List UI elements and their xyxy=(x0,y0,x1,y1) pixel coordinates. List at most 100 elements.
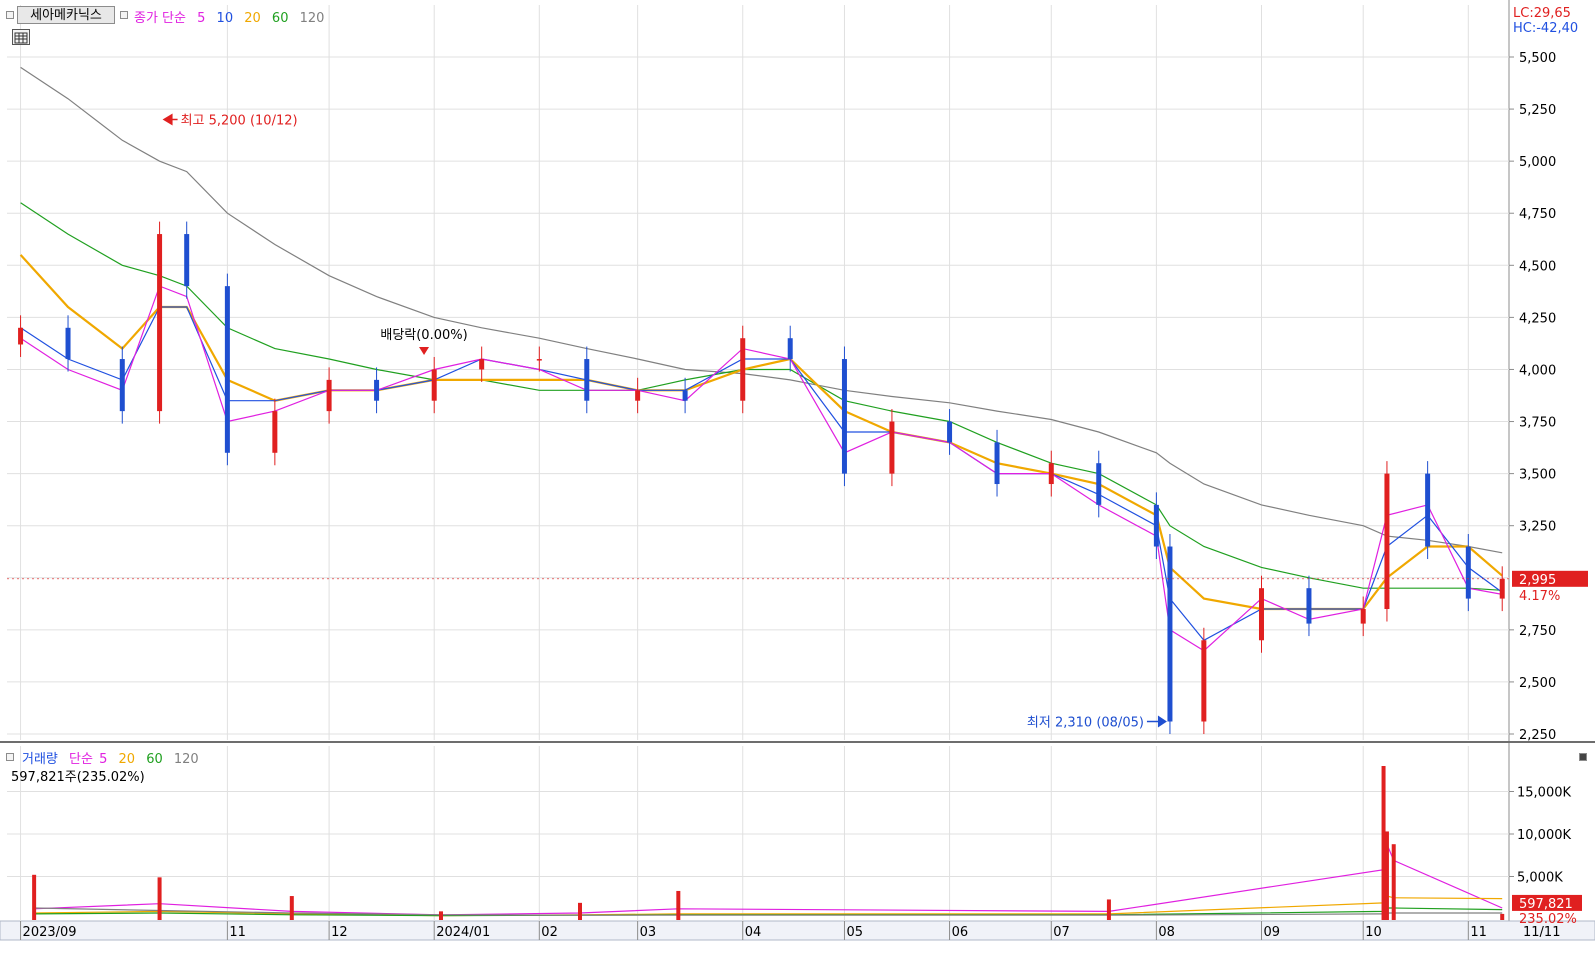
candle-body xyxy=(635,390,641,401)
candle-body xyxy=(1384,473,1390,610)
price-ytick-label: 5,000 xyxy=(1519,155,1556,170)
candle-body xyxy=(889,421,895,474)
candle-body xyxy=(841,359,847,474)
volume-legend-ma120: 120 xyxy=(173,752,199,767)
price-legend-ma20: 20 xyxy=(244,11,261,26)
volume-legend-label: 거래량 xyxy=(22,752,58,767)
x-tick-label: 05 xyxy=(846,925,863,940)
x-tick-label: 09 xyxy=(1263,925,1280,940)
price-legend-label: 종가 단순 xyxy=(134,11,186,26)
x-axis-end-date: 11/11 xyxy=(1523,925,1560,940)
price-ytick-label: 4,000 xyxy=(1519,363,1556,378)
lc-readout: LC:29,65 xyxy=(1513,6,1571,21)
volume-bar xyxy=(157,877,162,920)
x-tick-label: 08 xyxy=(1158,925,1175,940)
x-tick-label: 12 xyxy=(331,925,348,940)
volume-bar xyxy=(577,902,582,920)
x-tick-label: 03 xyxy=(640,925,657,940)
chart-background xyxy=(0,0,1595,950)
chart-window: 2023/09 11 12 2024/01 02 03 04 05 06 07 08 09 10 11 11… xyxy=(0,0,1595,950)
price-legend-ma10: 10 xyxy=(216,11,234,26)
dividend-annotation: 배당락(0.00%) xyxy=(380,328,467,343)
hc-readout: HC:-42,40 xyxy=(1513,21,1579,36)
x-tick-label: 2023/09 xyxy=(23,925,77,940)
price-ytick-label: 3,500 xyxy=(1519,468,1556,483)
data-grid-icon[interactable] xyxy=(12,29,30,45)
price-ytick-label: 5,500 xyxy=(1519,51,1556,66)
price-legend-ma120: 120 xyxy=(299,11,325,26)
legend-toggle-icon[interactable] xyxy=(120,11,128,19)
price-ytick-label: 2,750 xyxy=(1519,624,1556,639)
candle-body xyxy=(584,359,590,401)
candle-body xyxy=(682,390,688,401)
volume-bar xyxy=(676,890,681,920)
x-tick-label: 04 xyxy=(745,925,762,940)
x-tick-label: 11 xyxy=(229,925,246,940)
stock-name-button[interactable]: 세아메카닉스 xyxy=(17,6,115,24)
candle-body xyxy=(1048,463,1054,485)
candle-body xyxy=(536,359,542,361)
price-ytick-label: 5,250 xyxy=(1519,103,1556,118)
candle-body xyxy=(18,327,24,345)
candle-body xyxy=(431,369,437,401)
candle-body xyxy=(272,411,278,453)
candle-body xyxy=(1258,588,1264,641)
price-ytick-label: 4,500 xyxy=(1519,259,1556,274)
x-tick-label: 02 xyxy=(541,925,558,940)
volume-bar xyxy=(1384,831,1389,920)
x-tick-label: 2024/01 xyxy=(436,925,490,940)
candle-body xyxy=(1360,609,1366,624)
candle-body xyxy=(994,442,1000,485)
volume-ytick-label: 5,000K xyxy=(1517,871,1563,886)
x-tick-label: 07 xyxy=(1053,925,1070,940)
price-ytick-label: 4,750 xyxy=(1519,207,1556,222)
x-tick-label: 11 xyxy=(1470,925,1487,940)
window-menu-icon[interactable] xyxy=(6,11,14,19)
candle-body xyxy=(479,359,485,370)
candle-body xyxy=(1465,546,1471,599)
price-legend-ma60: 60 xyxy=(271,11,289,26)
volume-bar xyxy=(1106,899,1111,920)
candle-body xyxy=(1201,640,1207,722)
candle-body xyxy=(184,234,190,287)
volume-current-text: 597,821주(235.02%) xyxy=(11,770,145,785)
volume-ytick-label: 15,000K xyxy=(1517,786,1571,801)
price-ytick-label: 2,500 xyxy=(1519,676,1556,691)
volume-pane-close-icon[interactable] xyxy=(1579,753,1587,761)
volume-bar xyxy=(289,896,294,920)
candle-body xyxy=(787,338,793,360)
candle-body xyxy=(1167,546,1173,722)
volume-bar xyxy=(1391,844,1396,920)
volume-legend-ma20: 20 xyxy=(118,752,136,767)
volume-legend: 거래량 단순 5 20 60 120 xyxy=(22,748,206,767)
volume-bar xyxy=(438,911,443,920)
candle-body xyxy=(326,379,332,412)
current-price-label: 2,995 xyxy=(1519,573,1556,588)
candle-body xyxy=(65,327,71,360)
candle-body xyxy=(1153,504,1159,547)
candle-body xyxy=(1306,588,1312,624)
candle-body xyxy=(374,379,380,401)
candle-body xyxy=(224,286,230,453)
high-annotation: 최고 5,200 (10/12) xyxy=(181,113,298,128)
candle-body xyxy=(1096,463,1102,505)
volume-ytick-label: 10,000K xyxy=(1517,828,1571,843)
candle-body xyxy=(947,421,953,443)
current-volume-label: 597,821 xyxy=(1519,897,1573,912)
price-ytick-label: 4,250 xyxy=(1519,311,1556,326)
volume-pane-icon[interactable] xyxy=(6,753,14,761)
volume-legend-ma5: 5 xyxy=(99,752,108,767)
price-legend-ma5: 5 xyxy=(197,11,206,26)
current-change-label: 4.17% xyxy=(1519,589,1560,604)
price-ytick-label: 3,750 xyxy=(1519,416,1556,431)
low-annotation: 최저 2,310 (08/05) xyxy=(1027,716,1144,731)
x-tick-label: 10 xyxy=(1365,925,1382,940)
volume-legend-ma60: 60 xyxy=(146,752,163,767)
candle-body xyxy=(1499,578,1505,599)
candle-body xyxy=(1425,473,1431,547)
current-volume-ratio-label: 235.02% xyxy=(1519,912,1577,927)
volume-legend-sub: 단순 xyxy=(69,752,93,767)
candle-body xyxy=(119,359,125,412)
candle-body xyxy=(157,234,163,412)
volume-bar xyxy=(32,874,37,920)
